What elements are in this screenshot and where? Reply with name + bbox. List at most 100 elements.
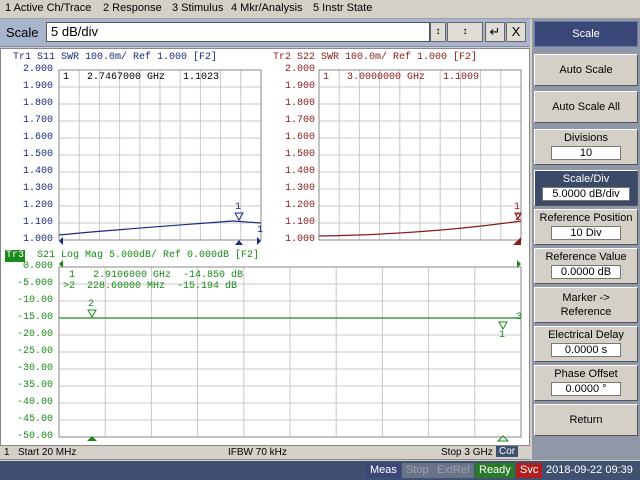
softkey-menu-title: Scale <box>534 21 638 47</box>
phase-offset-button[interactable]: Phase Offset 0.0000 ° <box>534 365 638 401</box>
meas-indicator: Meas <box>366 463 401 478</box>
trace3-title: S21 Log Mag 5.000dB/ Ref 0.000dB [F2] <box>37 250 260 261</box>
enter-button[interactable]: ↵ <box>485 22 505 42</box>
return-button[interactable]: Return <box>534 404 638 436</box>
entry-value-field[interactable]: 5 dB/div <box>46 22 430 42</box>
trace1-stimulus-marker <box>235 240 243 245</box>
y-tick-label: 1.600 <box>22 132 53 143</box>
trace3-marker-readout-2: >2 228.60000 MHz -15.194 dB <box>63 281 238 292</box>
reference-position-button[interactable]: Reference Position 10 Div <box>534 209 638 245</box>
trace3-badge[interactable]: Tr3 <box>5 250 25 262</box>
y-tick-label: -20.00 <box>16 329 53 340</box>
y-tick-label: 0.000 <box>22 261 53 272</box>
trace3-marker-1-label: 1 <box>499 330 506 341</box>
channel-number: 1 <box>4 447 10 458</box>
extref-indicator: ExtRef <box>433 463 475 478</box>
softkey-panel: Scale Auto Scale Auto Scale All Division… <box>532 19 640 460</box>
auto-scale-all-button[interactable]: Auto Scale All <box>534 91 638 123</box>
ifbw-readout[interactable]: IFBW 70 kHz <box>228 447 287 458</box>
y-tick-label: 1.700 <box>284 115 315 126</box>
spin-button[interactable]: ↕ <box>430 22 446 42</box>
trace3-marker-2 <box>87 309 97 319</box>
y-tick-label: 1.200 <box>284 200 315 211</box>
phase-offset-value: 0.0000 ° <box>551 382 621 396</box>
y-tick-label: -10.00 <box>16 295 53 306</box>
trace1-right-label: 1 <box>257 225 264 236</box>
y-tick-label: -25.00 <box>16 346 53 357</box>
y-tick-label: 1.800 <box>22 98 53 109</box>
y-tick-label: 1.200 <box>22 200 53 211</box>
trace1-left-arrow <box>59 237 63 245</box>
svc-indicator: Svc <box>516 463 543 478</box>
y-tick-label: -45.00 <box>16 414 53 425</box>
divisions-label: Divisions <box>563 132 608 144</box>
close-entry-button[interactable]: X <box>506 22 526 42</box>
divisions-button[interactable]: Divisions 10 <box>534 129 638 165</box>
channel-status-bar: 1 Start 20 MHz IFBW 70 kHz Stop 3 GHz Co… <box>0 445 530 459</box>
trace3-grid <box>59 267 521 437</box>
menu-stimulus[interactable]: 3 Stimulus <box>172 2 223 14</box>
y-tick-label: -30.00 <box>16 363 53 374</box>
trace3-marker-readout-1: 1 2.9106000 GHz -14.850 dB <box>63 270 244 281</box>
trace1-grid <box>59 70 261 240</box>
y-tick-label: 1.300 <box>22 183 53 194</box>
step-updown-button[interactable]: ↕ <box>447 22 483 42</box>
y-tick-label: 1.000 <box>284 234 315 245</box>
menu-response[interactable]: 2 Response <box>103 2 162 14</box>
trace1-marker-1 <box>234 212 244 222</box>
scale-div-value: 5.0000 dB/div <box>542 187 630 201</box>
marker-to-reference-line2: Reference <box>560 306 612 318</box>
y-tick-label: 1.500 <box>22 149 53 160</box>
trace1-marker-readout: 1 2.7467000 GHz 1.1023 <box>63 72 220 83</box>
y-tick-label: -5.000 <box>16 278 53 289</box>
stop-indicator: Stop <box>402 463 433 478</box>
electrical-delay-button[interactable]: Electrical Delay 0.0000 s <box>534 326 638 362</box>
y-tick-label: 1.100 <box>284 217 315 228</box>
marker-to-reference-button[interactable]: Marker -> Reference <box>534 287 638 323</box>
trace2-marker-1-label: 1 <box>514 202 521 213</box>
y-tick-label: 1.400 <box>22 166 53 177</box>
measurement-screen: Tr1 S11 SWR 100.0m/ Ref 1.000 [F2] Tr2 S… <box>0 48 530 460</box>
trace2-grid <box>319 70 521 240</box>
y-tick-label: -40.00 <box>16 397 53 408</box>
correction-badge: Cor <box>496 446 519 457</box>
y-tick-label: 1.000 <box>22 234 53 245</box>
y-tick-label: -15.00 <box>16 312 53 323</box>
trace3-marker-2-label: 2 <box>88 299 95 310</box>
trace1-marker-1-label: 1 <box>235 202 242 213</box>
divisions-value: 10 <box>551 146 621 160</box>
ready-indicator: Ready <box>475 463 515 478</box>
start-frequency[interactable]: Start 20 MHz <box>18 447 76 458</box>
menu-instr-state[interactable]: 5 Instr State <box>313 2 372 14</box>
auto-scale-button[interactable]: Auto Scale <box>534 54 638 86</box>
stop-frequency[interactable]: Stop 3 GHz <box>441 447 493 458</box>
trace3-marker-1 <box>498 321 508 331</box>
menu-mkr-analysis[interactable]: 4 Mkr/Analysis <box>231 2 303 14</box>
menu-active-ch-trace[interactable]: 1 Active Ch/Trace <box>5 2 91 14</box>
y-tick-label: 2.000 <box>284 64 315 75</box>
reference-position-value: 10 Div <box>551 226 621 240</box>
y-tick-label: 1.700 <box>22 115 53 126</box>
scale-div-label: Scale/Div <box>562 173 610 185</box>
reference-value-button[interactable]: Reference Value 0.0000 dB <box>534 248 638 284</box>
y-tick-label: 1.600 <box>284 132 315 143</box>
trace2-marker-2-label: 2 <box>515 213 522 224</box>
electrical-delay-value: 0.0000 s <box>551 343 621 357</box>
y-tick-label: -35.00 <box>16 380 53 391</box>
reference-value-value: 0.0000 dB <box>551 265 621 279</box>
y-tick-label: 1.900 <box>284 81 315 92</box>
menu-bar: 1 Active Ch/Trace 2 Response 3 Stimulus … <box>0 0 640 19</box>
marker-to-reference-line1: Marker -> <box>562 292 610 304</box>
y-tick-label: -50.00 <box>16 431 53 442</box>
y-tick-label: 2.000 <box>22 64 53 75</box>
scale-div-button[interactable]: Scale/Div 5.0000 dB/div <box>534 170 638 206</box>
trace2-marker-readout: 1 3.0000000 GHz 1.1009 <box>323 72 480 83</box>
date-time: 2018-09-22 09:39 <box>546 464 633 476</box>
reference-value-label: Reference Value <box>545 251 627 263</box>
y-tick-label: 1.800 <box>284 98 315 109</box>
y-tick-label: 1.900 <box>22 81 53 92</box>
entry-label: Scale <box>6 25 39 40</box>
reference-position-label: Reference Position <box>539 212 633 224</box>
electrical-delay-label: Electrical Delay <box>548 329 624 341</box>
entry-bar: Scale 5 dB/div ↕ ↕ ↵ X <box>0 19 530 47</box>
